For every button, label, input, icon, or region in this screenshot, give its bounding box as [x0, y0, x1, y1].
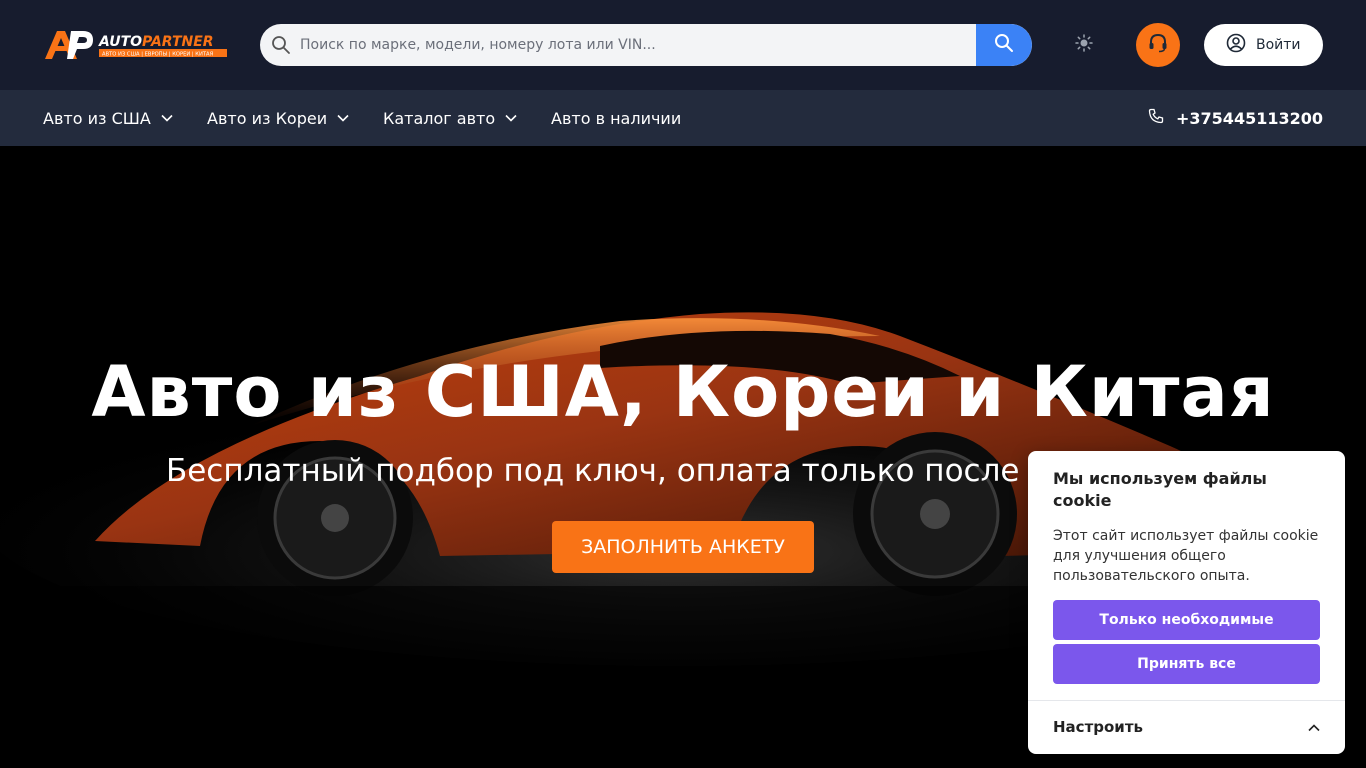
fill-form-button[interactable]: ЗАПОЛНИТЬ АНКЕТУ — [552, 521, 814, 573]
configure-label: Настроить — [1053, 718, 1143, 736]
svg-text:АВТО ИЗ США | ЕВРОПЫ | КОРЕИ |: АВТО ИЗ США | ЕВРОПЫ | КОРЕИ | КИТАЯ — [102, 52, 214, 58]
theme-toggle-button[interactable] — [1072, 33, 1096, 57]
sun-icon — [1075, 34, 1093, 56]
support-button[interactable] — [1136, 23, 1180, 67]
site-logo[interactable]: AUTO PARTNER АВТО ИЗ США | ЕВРОПЫ | КОРЕ… — [43, 27, 229, 63]
nav-item-label: Авто из Кореи — [207, 108, 328, 128]
svg-text:PARTNER: PARTNER — [142, 34, 214, 50]
nav-item-in-stock[interactable]: Авто в наличии — [551, 90, 681, 146]
necessary-only-button[interactable]: Только необходимые — [1053, 600, 1320, 640]
nav-item-label: Каталог авто — [383, 108, 496, 128]
configure-toggle[interactable]: Настроить — [1053, 715, 1320, 739]
nav-item-label: Авто из США — [43, 108, 151, 128]
chevron-down-icon — [335, 110, 351, 126]
main-nav: Авто из США Авто из Кореи Каталог авто А… — [0, 90, 1366, 146]
search-icon — [271, 35, 291, 55]
cookie-title: Мы используем файлы cookie — [1053, 469, 1267, 510]
divider — [1028, 700, 1345, 701]
nav-item-korea[interactable]: Авто из Кореи — [207, 90, 351, 146]
user-icon — [1226, 33, 1246, 57]
cookie-text: Этот сайт использует файлы cookie для ул… — [1053, 528, 1319, 584]
search-input[interactable] — [300, 24, 980, 66]
nav-item-usa[interactable]: Авто из США — [43, 90, 175, 146]
search-bar — [260, 24, 1032, 66]
top-header: AUTO PARTNER АВТО ИЗ США | ЕВРОПЫ | КОРЕ… — [0, 0, 1366, 90]
login-label: Войти — [1256, 37, 1301, 53]
svg-text:AUTO: AUTO — [98, 34, 142, 50]
search-icon — [994, 33, 1014, 57]
chevron-up-icon — [1308, 718, 1320, 736]
cookie-consent-dialog: Мы используем файлы cookie Этот сайт исп… — [1028, 451, 1345, 754]
accept-all-button[interactable]: Принять все — [1053, 644, 1320, 684]
phone-link[interactable]: +375445113200 — [1148, 90, 1323, 146]
nav-item-label: Авто в наличии — [551, 108, 682, 128]
search-button[interactable] — [976, 24, 1032, 66]
nav-item-catalog[interactable]: Каталог авто — [383, 90, 519, 146]
chevron-down-icon — [503, 110, 519, 126]
phone-number: +375445113200 — [1176, 108, 1323, 128]
login-button[interactable]: Войти — [1204, 24, 1323, 66]
headset-icon — [1147, 32, 1169, 58]
phone-icon — [1148, 108, 1164, 128]
chevron-down-icon — [159, 110, 175, 126]
hero-title: Авто из США, Кореи и Китая — [91, 351, 1275, 433]
